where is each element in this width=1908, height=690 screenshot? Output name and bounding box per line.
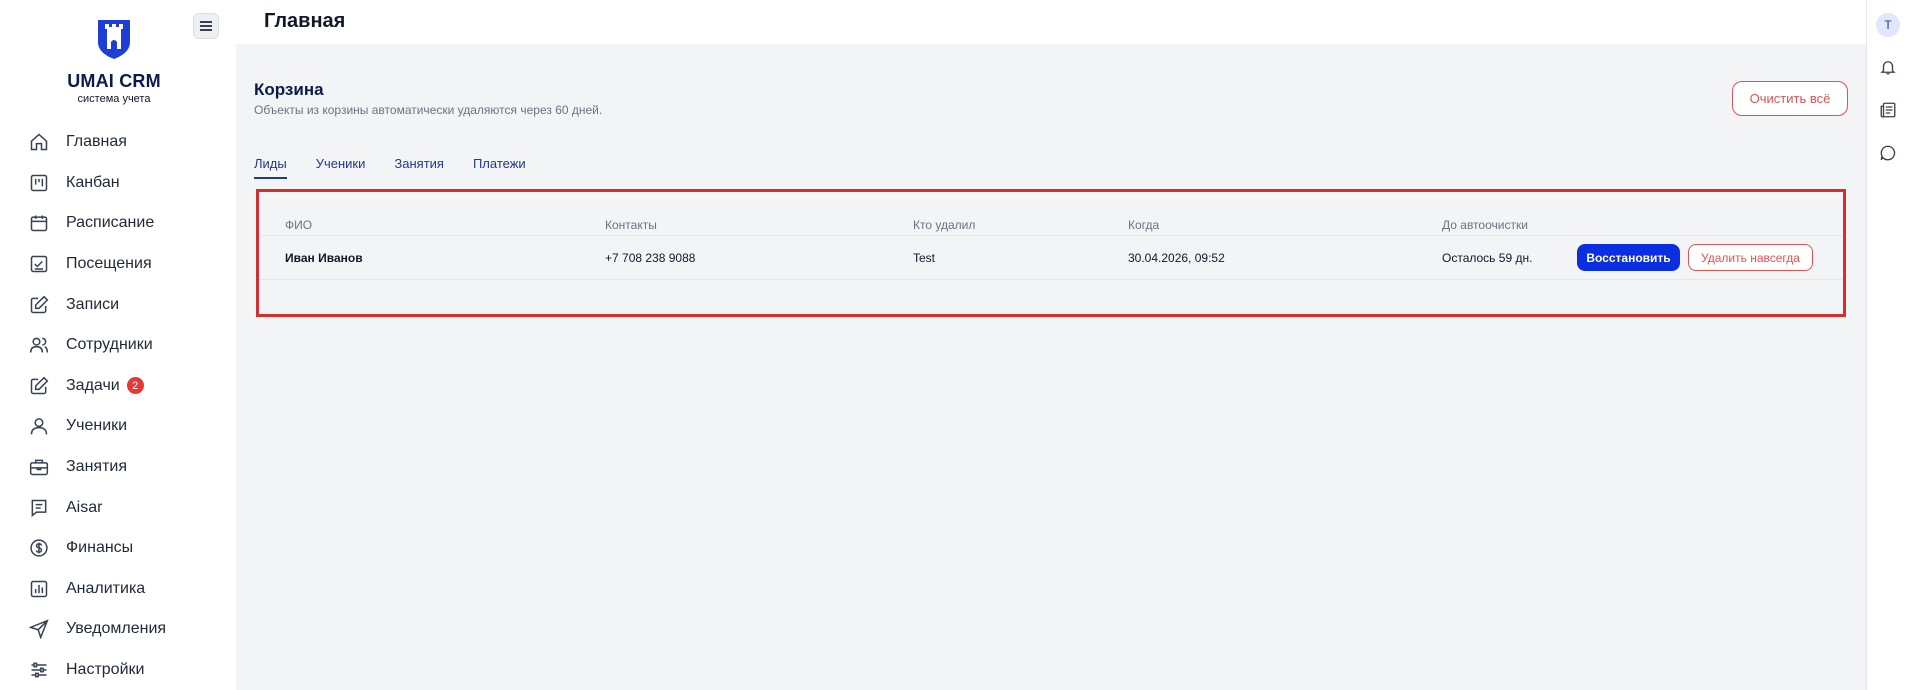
- sidebar-item-finance[interactable]: Финансы: [0, 528, 236, 569]
- sidebar-item-notifications[interactable]: Уведомления: [0, 609, 236, 650]
- sidebar-item-schedule[interactable]: Расписание: [0, 203, 236, 244]
- sidebar-item-label: Aisar: [66, 498, 103, 516]
- column-header-auto-clean: До автоочистки: [1442, 218, 1528, 232]
- sidebar-item-label: Аналитика: [66, 579, 146, 597]
- chart-icon: [28, 578, 50, 600]
- table-row: Иван Иванов +7 708 238 9088 Test 30.04.2…: [259, 236, 1843, 280]
- home-icon: [28, 131, 50, 153]
- sidebar-item-aisar[interactable]: Aisar: [0, 487, 236, 528]
- column-header-contacts: Контакты: [605, 218, 657, 232]
- delete-forever-button[interactable]: Удалить навсегда: [1688, 244, 1813, 271]
- tab-leads[interactable]: Лиды: [254, 156, 287, 179]
- chat-icon[interactable]: [1878, 143, 1898, 163]
- tab-students[interactable]: Ученики: [316, 156, 366, 179]
- sidebar-item-records[interactable]: Записи: [0, 284, 236, 325]
- hamburger-icon: [200, 25, 212, 27]
- edit-icon: [28, 294, 50, 316]
- sidebar-item-attendance[interactable]: Посещения: [0, 244, 236, 285]
- sidebar-item-label: Финансы: [66, 539, 134, 557]
- dollar-icon: [28, 537, 50, 559]
- row-name: Иван Иванов: [285, 251, 363, 265]
- row-contacts: +7 708 238 9088: [605, 251, 696, 265]
- menu-toggle-button[interactable]: [193, 13, 219, 39]
- column-header-deleted-by: Кто удалил: [913, 218, 976, 232]
- brand-name: UMAI CRM: [67, 71, 161, 91]
- tasks-icon: [28, 375, 50, 397]
- users-icon: [28, 334, 50, 356]
- bell-icon[interactable]: [1878, 57, 1898, 77]
- clear-all-button[interactable]: Очистить всё: [1732, 81, 1848, 116]
- sidebar-item-label: Записи: [66, 295, 120, 313]
- send-icon: [28, 618, 50, 640]
- sidebar-nav: Главная Канбан Расписание Посещения Запи…: [0, 122, 236, 690]
- tab-payments[interactable]: Платежи: [473, 156, 526, 179]
- news-icon[interactable]: [1878, 100, 1898, 120]
- attendance-icon: [28, 253, 50, 275]
- kanban-icon: [28, 172, 50, 194]
- sidebar-item-home[interactable]: Главная: [0, 122, 236, 163]
- column-header-name: ФИО: [285, 218, 313, 232]
- sidebar-item-label: Уведомления: [66, 620, 167, 638]
- tab-lessons[interactable]: Занятия: [394, 156, 444, 179]
- avatar[interactable]: T: [1876, 13, 1900, 37]
- sidebar-item-label: Канбан: [66, 173, 120, 191]
- trash-title: Корзина: [254, 80, 324, 99]
- row-deleted-by: Test: [913, 251, 936, 265]
- sidebar-item-label: Посещения: [66, 255, 152, 273]
- trash-table: ФИО Контакты Кто удалил Когда До автоочи…: [256, 189, 1846, 317]
- tasks-count-badge: 2: [126, 377, 144, 395]
- column-header-when: Когда: [1128, 218, 1160, 232]
- row-remaining: Осталось 59 дн.: [1442, 251, 1533, 265]
- sidebar: UMAI CRM система учета Главная Канбан Ра…: [0, 0, 236, 690]
- sidebar-item-tasks[interactable]: Задачи 2: [0, 366, 236, 407]
- sidebar-item-label: Сотрудники: [66, 336, 153, 354]
- briefcase-icon: [28, 456, 50, 478]
- castle-shield-icon: [98, 20, 130, 59]
- trash-tabs: Лиды Ученики Занятия Платежи: [254, 156, 526, 179]
- restore-button[interactable]: Восстановить: [1577, 244, 1680, 271]
- page-title: Главная: [264, 10, 346, 32]
- logo[interactable]: UMAI CRM система учета: [60, 18, 168, 105]
- brand-subtitle: система учета: [77, 93, 151, 105]
- sidebar-item-students[interactable]: Ученики: [0, 406, 236, 447]
- sidebar-item-label: Задачи: [66, 376, 120, 394]
- sidebar-item-employees[interactable]: Сотрудники: [0, 325, 236, 366]
- table-header: ФИО Контакты Кто удалил Когда До автоочи…: [259, 192, 1843, 236]
- top-bar: Главная: [236, 0, 1866, 44]
- sidebar-item-settings[interactable]: Настройки: [0, 650, 236, 690]
- user-icon: [28, 415, 50, 437]
- trash-subtitle: Объекты из корзины автоматически удаляют…: [254, 103, 603, 117]
- calendar-icon: [28, 212, 50, 234]
- row-when: 30.04.2026, 09:52: [1128, 251, 1225, 265]
- sidebar-item-lessons[interactable]: Занятия: [0, 447, 236, 488]
- sidebar-item-label: Главная: [66, 133, 127, 151]
- main-content: Корзина Объекты из корзины автоматически…: [236, 44, 1866, 690]
- chat-doc-icon: [28, 497, 50, 519]
- sidebar-item-analytics[interactable]: Аналитика: [0, 569, 236, 610]
- right-rail: T: [1866, 0, 1908, 690]
- sidebar-item-label: Настройки: [66, 661, 145, 679]
- sidebar-item-label: Ученики: [66, 417, 128, 435]
- sliders-icon: [28, 659, 50, 681]
- sidebar-item-label: Расписание: [66, 214, 155, 232]
- sidebar-item-kanban[interactable]: Канбан: [0, 163, 236, 204]
- sidebar-item-label: Занятия: [66, 458, 127, 476]
